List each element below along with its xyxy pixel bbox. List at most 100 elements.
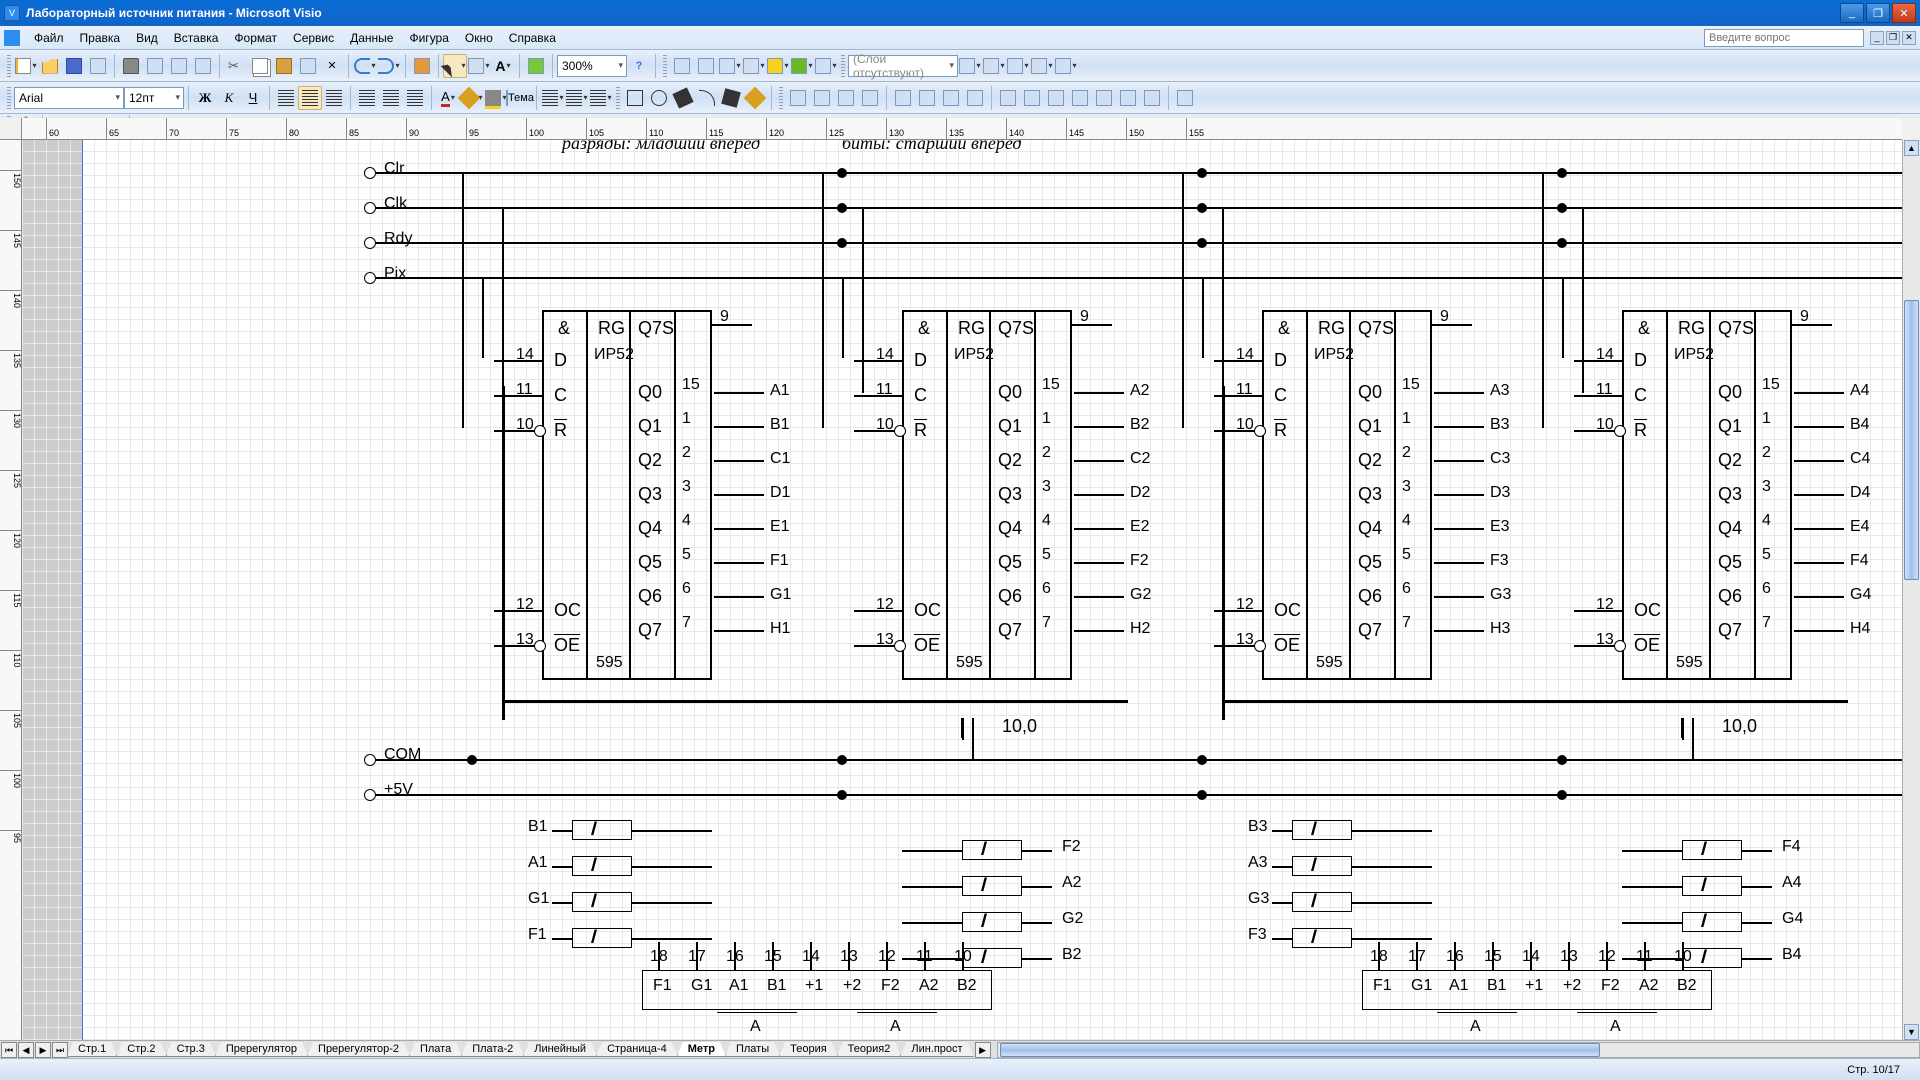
menu-вид[interactable]: Вид bbox=[128, 28, 166, 48]
arrow-ends-button[interactable]: ▾ bbox=[589, 86, 613, 110]
pointer-tool-button[interactable]: ▾ bbox=[443, 54, 467, 78]
freeform-tool-button[interactable] bbox=[719, 86, 743, 110]
line-tool-button[interactable] bbox=[671, 86, 695, 110]
bullets-button[interactable] bbox=[355, 86, 379, 110]
page-tab[interactable]: Стр.1 bbox=[67, 1042, 117, 1057]
increase-indent-button[interactable] bbox=[403, 86, 427, 110]
print-button[interactable] bbox=[119, 54, 143, 78]
update-button[interactable] bbox=[1173, 86, 1197, 110]
intersect-button[interactable] bbox=[1068, 86, 1092, 110]
shapes-window-button[interactable] bbox=[410, 54, 434, 78]
rectangle-tool-button[interactable] bbox=[623, 86, 647, 110]
doc-icon[interactable] bbox=[4, 30, 20, 46]
new-button[interactable]: ▾ bbox=[14, 54, 38, 78]
align-top-button[interactable] bbox=[834, 86, 858, 110]
send-back-button[interactable]: ▾ bbox=[790, 54, 814, 78]
research-button[interactable] bbox=[191, 54, 215, 78]
crop-button[interactable] bbox=[694, 54, 718, 78]
ink-tool-button[interactable] bbox=[524, 54, 548, 78]
ruler-corner[interactable] bbox=[0, 118, 22, 140]
delete-button[interactable]: ✕ bbox=[320, 54, 344, 78]
text-tool-button[interactable]: A▾ bbox=[491, 54, 515, 78]
doc-close-button[interactable]: ✕ bbox=[1902, 31, 1916, 45]
email-button[interactable] bbox=[86, 54, 110, 78]
print-preview-button[interactable] bbox=[143, 54, 167, 78]
hscroll-thumb[interactable] bbox=[1000, 1043, 1600, 1057]
decrease-indent-button[interactable] bbox=[379, 86, 403, 110]
line-pattern-button[interactable]: ▾ bbox=[565, 86, 589, 110]
corners-button[interactable]: ▾ bbox=[1006, 54, 1030, 78]
cut-button[interactable] bbox=[224, 54, 248, 78]
page-tab[interactable]: Платы bbox=[725, 1042, 780, 1057]
page-tab[interactable]: Плата bbox=[409, 1042, 462, 1057]
combine-button[interactable] bbox=[1020, 86, 1044, 110]
toolbar-grip[interactable] bbox=[7, 87, 11, 109]
layer-combo[interactable]: (Слои отсутствуют) bbox=[848, 55, 958, 77]
horizontal-scrollbar[interactable] bbox=[997, 1042, 1920, 1058]
toolbar-grip[interactable] bbox=[779, 87, 783, 109]
connector-tool-button[interactable]: ▾ bbox=[467, 54, 491, 78]
page-tab[interactable]: Линейный bbox=[523, 1042, 597, 1057]
theme-button[interactable]: Тема bbox=[508, 86, 532, 110]
line-color-button[interactable]: ▾ bbox=[460, 86, 484, 110]
arc-tool-button[interactable] bbox=[695, 86, 719, 110]
align-middle-button[interactable] bbox=[858, 86, 882, 110]
rotate-left-button[interactable] bbox=[939, 86, 963, 110]
fill-color-button[interactable]: ▾ bbox=[484, 86, 508, 110]
tab-last-button[interactable]: ⏭ bbox=[52, 1042, 68, 1058]
line-ends-button[interactable]: ▾ bbox=[1054, 54, 1078, 78]
vscroll-thumb[interactable] bbox=[1904, 300, 1919, 580]
format-painter-button[interactable] bbox=[296, 54, 320, 78]
paste-button[interactable] bbox=[272, 54, 296, 78]
open-button[interactable] bbox=[38, 54, 62, 78]
page-tab[interactable]: Теория bbox=[779, 1042, 838, 1057]
menu-формат[interactable]: Формат bbox=[226, 28, 285, 48]
vertical-ruler[interactable]: 15515014514013513012512011511010510095 bbox=[0, 140, 22, 1040]
flip-v-button[interactable] bbox=[915, 86, 939, 110]
save-button[interactable] bbox=[62, 54, 86, 78]
scroll-down-button[interactable]: ▼ bbox=[1904, 1024, 1919, 1040]
spelling-button[interactable] bbox=[167, 54, 191, 78]
schematic-content[interactable]: разряды: младший вперед биты: старший вп… bbox=[22, 140, 1902, 1040]
page-tab[interactable]: Метр bbox=[677, 1042, 726, 1057]
menu-вставка[interactable]: Вставка bbox=[166, 28, 227, 48]
menu-данные[interactable]: Данные bbox=[342, 28, 401, 48]
page-tab[interactable]: Пререгулятор bbox=[215, 1042, 308, 1057]
font-size-combo[interactable]: 12пт bbox=[124, 87, 184, 109]
menu-файл[interactable]: Файл bbox=[26, 28, 72, 48]
tab-next-button[interactable]: ▶ bbox=[35, 1042, 51, 1058]
italic-button[interactable]: К bbox=[217, 86, 241, 110]
pencil-tool-button[interactable] bbox=[743, 86, 767, 110]
toolbar-grip[interactable] bbox=[7, 55, 11, 77]
layer-props-button[interactable]: ▾ bbox=[958, 54, 982, 78]
horizontal-ruler[interactable]: 5560657075808590951001051101151201251301… bbox=[22, 118, 1902, 140]
vertical-scrollbar[interactable]: ▲ ▼ bbox=[1902, 140, 1920, 1040]
toolbar-grip[interactable] bbox=[841, 55, 845, 77]
align-left-button[interactable] bbox=[274, 86, 298, 110]
tab-scroll-button[interactable]: ▶ bbox=[975, 1042, 991, 1058]
page-tab[interactable]: Пререгулятор-2 bbox=[307, 1042, 410, 1057]
union-button[interactable] bbox=[996, 86, 1020, 110]
shadow-button[interactable]: ▾ bbox=[1030, 54, 1054, 78]
trim-button[interactable] bbox=[1116, 86, 1140, 110]
maximize-button[interactable]: ❐ bbox=[1866, 3, 1890, 23]
minimize-button[interactable]: _ bbox=[1840, 3, 1864, 23]
connect-shapes-button[interactable]: ▾ bbox=[982, 54, 1006, 78]
align-shapes-button[interactable]: ▾ bbox=[742, 54, 766, 78]
distribute-h-button[interactable] bbox=[786, 86, 810, 110]
help-button[interactable]: ? bbox=[627, 54, 651, 78]
align-right-button[interactable] bbox=[322, 86, 346, 110]
fragment-button[interactable] bbox=[1044, 86, 1068, 110]
distribute-v-button[interactable] bbox=[810, 86, 834, 110]
flip-h-button[interactable] bbox=[891, 86, 915, 110]
line-weight-button[interactable]: ▾ bbox=[541, 86, 565, 110]
font-combo[interactable]: Arial bbox=[14, 87, 124, 109]
page-tab[interactable]: Плата-2 bbox=[461, 1042, 524, 1057]
rotate-right-button[interactable] bbox=[963, 86, 987, 110]
page-tab[interactable]: Страница-4 bbox=[596, 1042, 678, 1057]
bring-front-button[interactable]: ▾ bbox=[766, 54, 790, 78]
page-tab[interactable]: Теория2 bbox=[837, 1042, 902, 1057]
offset-button[interactable] bbox=[1140, 86, 1164, 110]
menu-фигура[interactable]: Фигура bbox=[401, 28, 456, 48]
toolbar-grip[interactable] bbox=[663, 55, 667, 77]
